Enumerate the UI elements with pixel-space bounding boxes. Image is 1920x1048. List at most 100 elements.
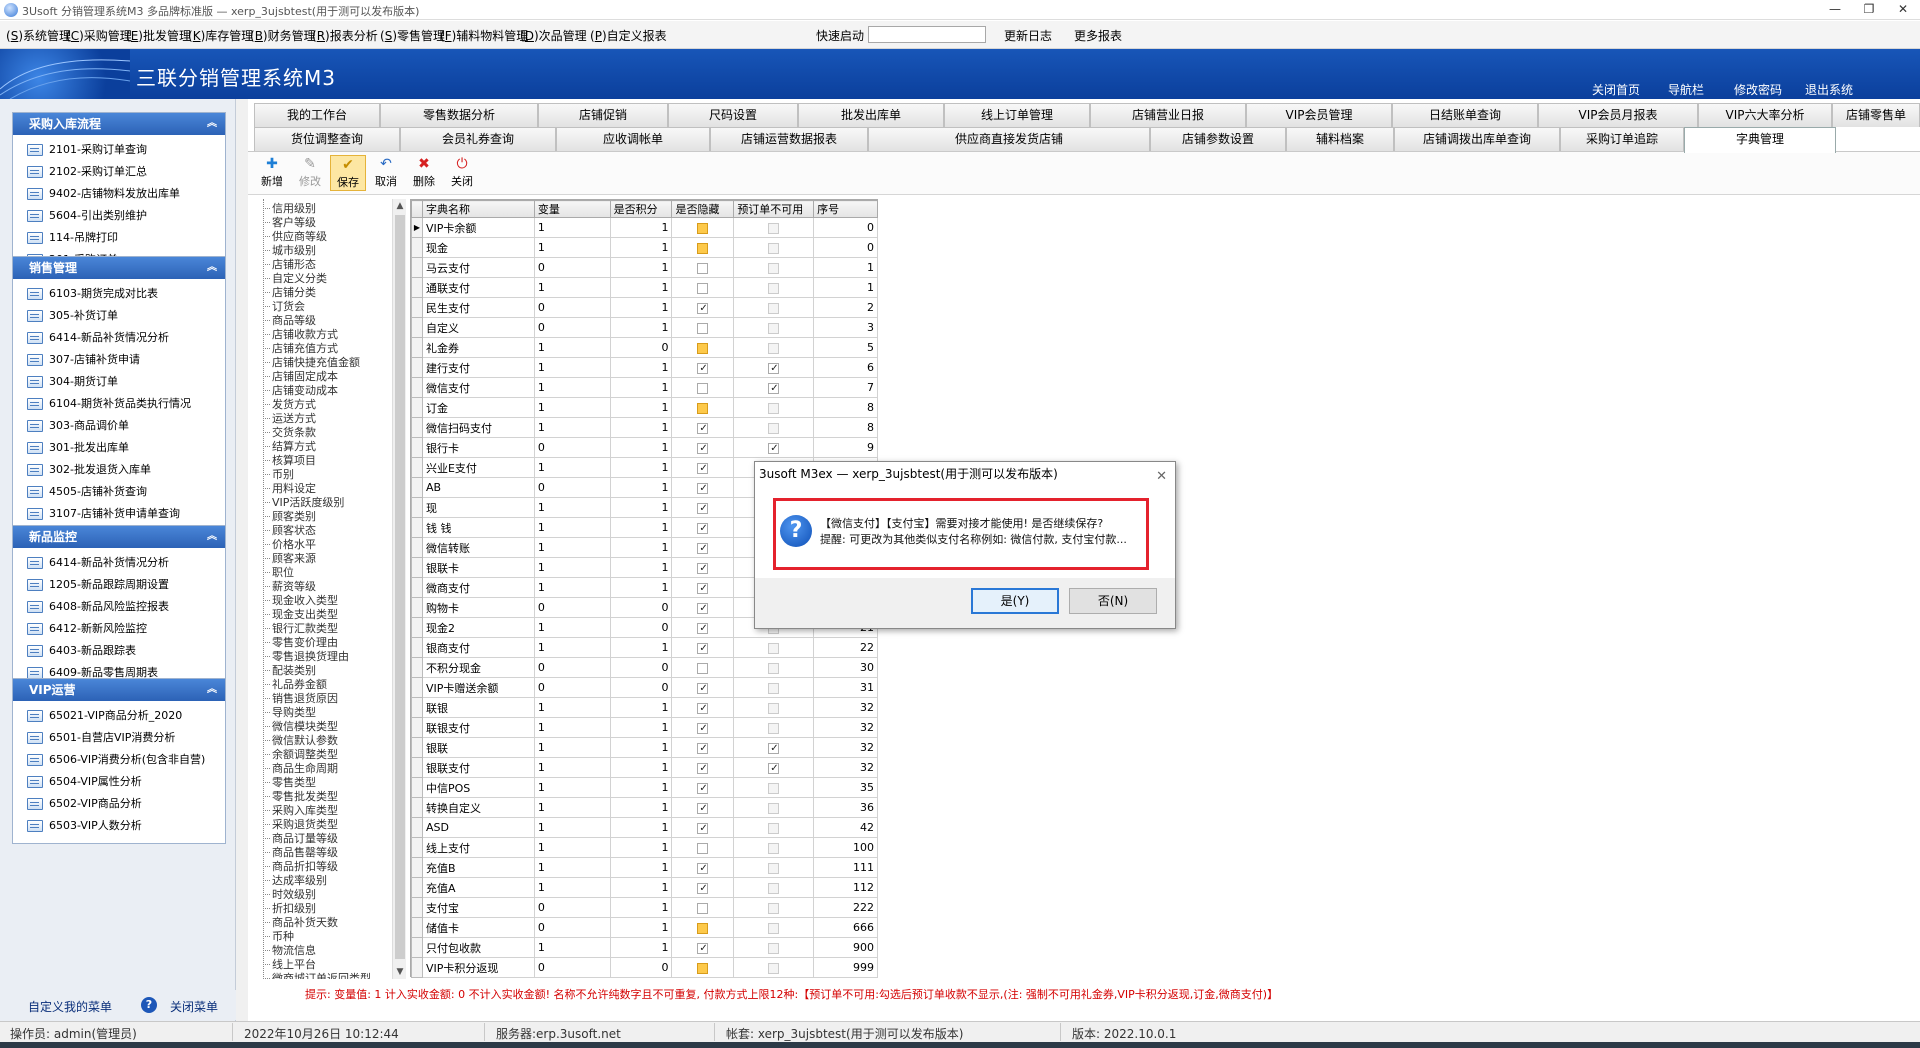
hidden-flag-checkbox[interactable]: [697, 242, 709, 254]
cell-name[interactable]: 中信POS: [421, 777, 535, 798]
cell-sequence[interactable]: 2: [813, 297, 878, 318]
cell-points[interactable]: 1: [609, 217, 673, 238]
cell-sequence[interactable]: 112: [813, 877, 878, 898]
cell-sequence[interactable]: 32: [813, 737, 878, 758]
cell-name[interactable]: VIP卡积分返现: [421, 957, 535, 978]
cell-name[interactable]: 微商支付: [421, 577, 535, 598]
cell-variable[interactable]: 1: [533, 517, 611, 538]
tree-node[interactable]: 余额调整类型: [263, 749, 338, 760]
tree-node[interactable]: 店铺形态: [263, 259, 316, 270]
menu-9[interactable]: (P)自定义报表: [590, 27, 667, 44]
disabled-checkbox[interactable]: [768, 802, 780, 814]
checked-checkbox[interactable]: [697, 462, 709, 474]
tree-node[interactable]: 商品补货天数: [263, 917, 338, 928]
checked-checkbox[interactable]: [697, 742, 709, 754]
cell-variable[interactable]: 1: [533, 277, 611, 298]
checked-checkbox[interactable]: [768, 382, 780, 394]
cell-hidden[interactable]: [671, 437, 735, 458]
cell-points[interactable]: 1: [609, 877, 673, 898]
disabled-checkbox[interactable]: [768, 962, 780, 974]
cell-points[interactable]: 1: [609, 517, 673, 538]
cell-points[interactable]: 0: [609, 337, 673, 358]
table-row[interactable]: VIP卡赠送余额0031: [411, 677, 878, 698]
disabled-checkbox[interactable]: [768, 302, 780, 314]
menu-2[interactable]: (E)批发管理: [126, 27, 191, 44]
cell-name[interactable]: 现金2: [421, 617, 535, 638]
disabled-checkbox[interactable]: [768, 882, 780, 894]
checked-checkbox[interactable]: [697, 722, 709, 734]
unchecked-checkbox[interactable]: [697, 842, 709, 854]
cell-sequence[interactable]: 999: [813, 957, 878, 978]
quick-launch-input[interactable]: [868, 26, 986, 43]
cell-hidden[interactable]: [671, 377, 735, 398]
cell-sequence[interactable]: 1: [813, 257, 878, 278]
sidebar-item[interactable]: 6501-自营店VIP消费分析: [13, 727, 225, 749]
panel-header[interactable]: 销售管理 ︽: [13, 257, 225, 279]
tab-row1-7[interactable]: VIP会员管理: [1246, 103, 1392, 127]
cell-variable[interactable]: 0: [533, 897, 611, 918]
tree-node[interactable]: 微信默认参数: [263, 735, 338, 746]
table-row[interactable]: 自定义 0 1 3: [411, 317, 878, 338]
checked-checkbox[interactable]: [697, 622, 709, 634]
cell-points[interactable]: 1: [609, 377, 673, 398]
disabled-checkbox[interactable]: [768, 782, 780, 794]
tree-node[interactable]: 微商城订单返回类型: [263, 973, 371, 979]
dialog-close-icon[interactable]: ✕: [1156, 465, 1167, 489]
sidebar-splitter[interactable]: [236, 99, 248, 1021]
table-row[interactable]: ASD1142: [411, 817, 878, 838]
cell-variable[interactable]: 1: [533, 877, 611, 898]
cell-hidden[interactable]: [671, 277, 735, 298]
cell-variable[interactable]: 1: [533, 337, 611, 358]
help-icon[interactable]: ?: [141, 997, 157, 1013]
cell-points[interactable]: 1: [609, 917, 673, 938]
tree-node[interactable]: 商品售罄等级: [263, 847, 338, 858]
cell-preorder-disabled[interactable]: [733, 397, 815, 418]
cell-sequence[interactable]: 9: [813, 437, 878, 458]
disabled-checkbox[interactable]: [768, 662, 780, 674]
cell-sequence[interactable]: 32: [813, 697, 878, 718]
cancel-button[interactable]: ↶ 取消: [368, 155, 404, 191]
disabled-checkbox[interactable]: [768, 902, 780, 914]
disabled-checkbox[interactable]: [768, 722, 780, 734]
cell-variable[interactable]: 1: [533, 457, 611, 478]
tree-node[interactable]: 商品等级: [263, 315, 316, 326]
unchecked-checkbox[interactable]: [697, 902, 709, 914]
cell-points[interactable]: 0: [609, 617, 673, 638]
disabled-checkbox[interactable]: [768, 222, 780, 234]
table-row[interactable]: 银联支付1132: [411, 757, 878, 778]
tree-node[interactable]: 物流信息: [263, 945, 316, 956]
cell-preorder-disabled[interactable]: [733, 237, 815, 258]
sidebar-item[interactable]: 6403-新品跟踪表: [13, 640, 225, 662]
tree-node[interactable]: 信用级别: [263, 203, 316, 214]
cell-name[interactable]: 不积分现金: [421, 657, 535, 678]
tab-row2-6[interactable]: 辅料档案: [1286, 127, 1394, 151]
sidebar-item[interactable]: 6504-VIP属性分析: [13, 771, 225, 793]
cell-preorder-disabled[interactable]: [733, 957, 815, 978]
cell-sequence[interactable]: 100: [813, 837, 878, 858]
cell-variable[interactable]: 0: [533, 477, 611, 498]
checked-checkbox[interactable]: [768, 442, 780, 454]
sidebar-item[interactable]: 6502-VIP商品分析: [13, 793, 225, 815]
tab-row1-4[interactable]: 批发出库单: [798, 103, 944, 127]
sidebar-item[interactable]: 307-店铺补货申请: [13, 349, 225, 371]
cell-points[interactable]: 1: [609, 397, 673, 418]
tree-node[interactable]: 结算方式: [263, 441, 316, 452]
tree-node[interactable]: 商品折扣等级: [263, 861, 338, 872]
table-row[interactable]: 订金 1 1 8: [411, 397, 878, 418]
cell-preorder-disabled[interactable]: [733, 277, 815, 298]
disabled-checkbox[interactable]: [768, 702, 780, 714]
cell-sequence[interactable]: 32: [813, 757, 878, 778]
tab-row1-1[interactable]: 零售数据分析: [380, 103, 538, 127]
checked-checkbox[interactable]: [697, 642, 709, 654]
sidebar-item[interactable]: 3107-店铺补货申请单查询: [13, 503, 225, 525]
tab-row2-2[interactable]: 应收调帐单: [556, 127, 710, 151]
tab-row2-5[interactable]: 店铺参数设置: [1150, 127, 1286, 151]
cell-name[interactable]: 现金: [421, 237, 535, 258]
cell-variable[interactable]: 1: [533, 237, 611, 258]
cell-variable[interactable]: 1: [533, 217, 611, 238]
hidden-flag-checkbox[interactable]: [697, 962, 709, 974]
cell-variable[interactable]: 1: [533, 577, 611, 598]
cell-name[interactable]: 马云支付: [421, 257, 535, 278]
menu-6[interactable]: (S)零售管理: [380, 27, 445, 44]
cell-points[interactable]: 1: [609, 557, 673, 578]
